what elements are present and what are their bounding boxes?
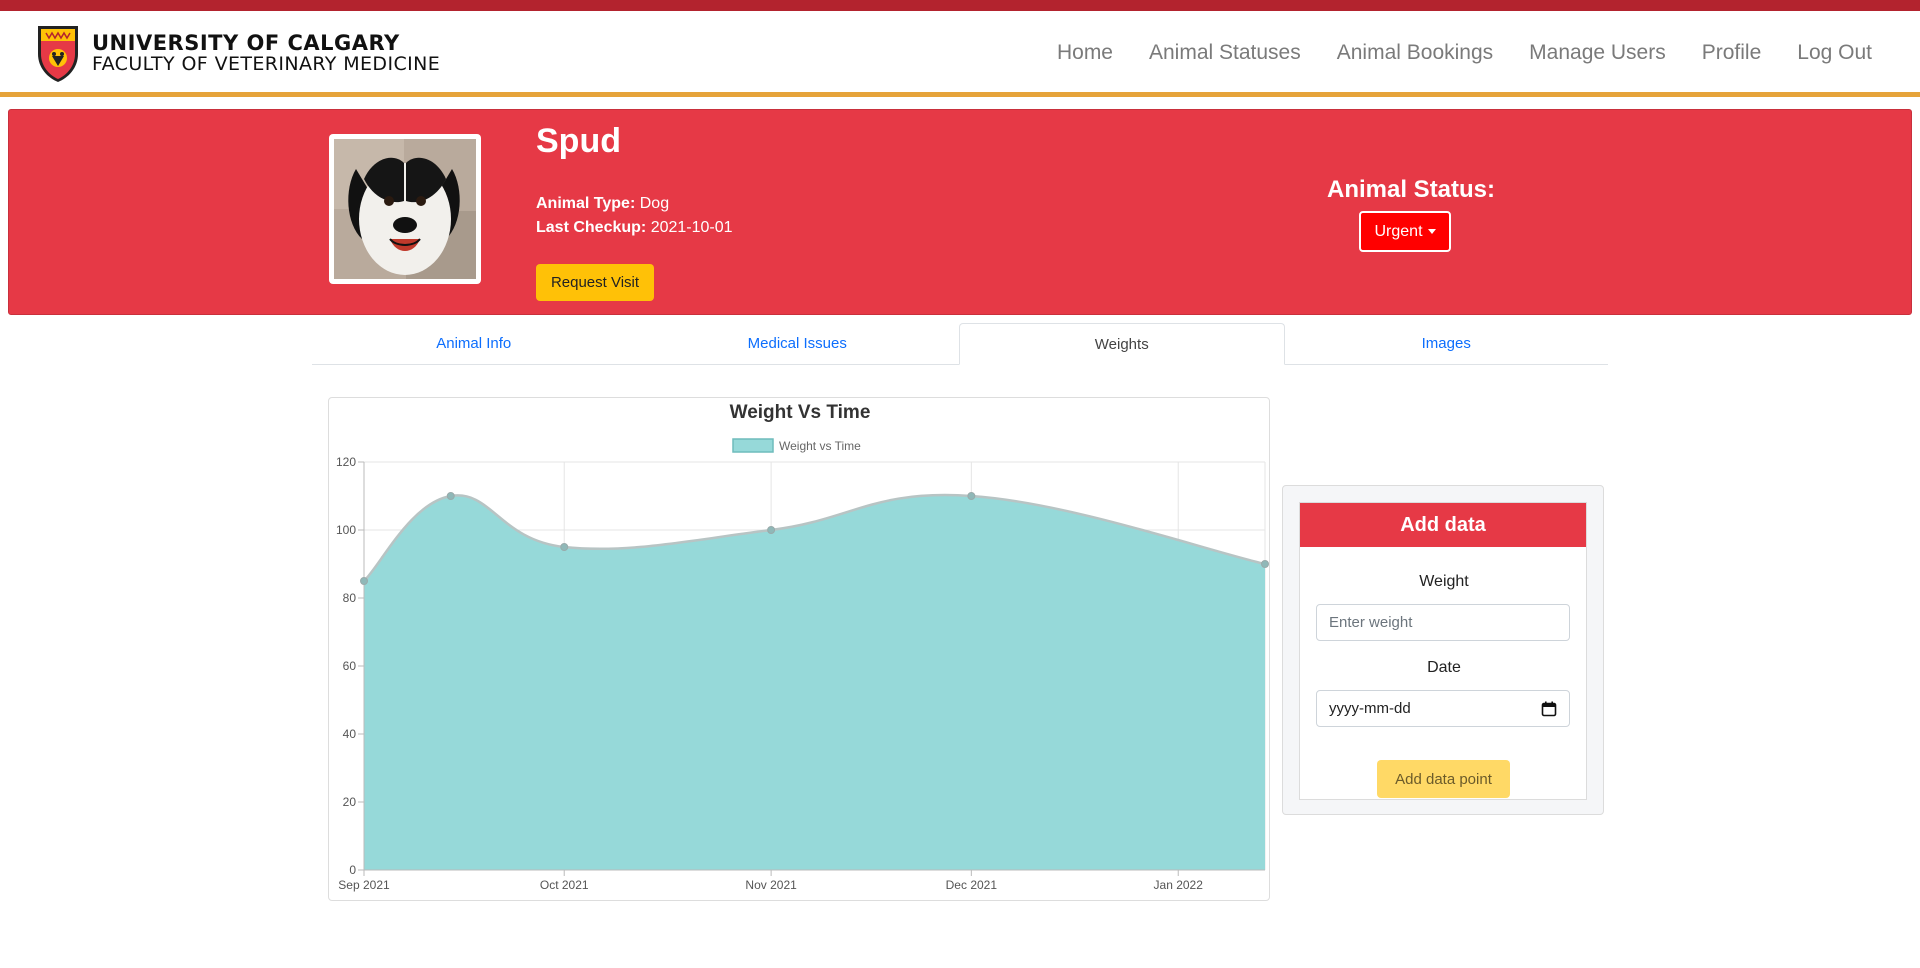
- faculty-name: FACULTY OF VETERINARY MEDICINE: [92, 53, 441, 75]
- tab-medical-issues[interactable]: Medical Issues: [636, 323, 960, 364]
- y-tick-label: 100: [336, 523, 356, 537]
- brand[interactable]: UNIVERSITY OF CALGARY FACULTY OF VETERIN…: [34, 23, 440, 85]
- x-tick-label: Oct 2021: [540, 878, 589, 892]
- y-tick-label: 20: [343, 795, 357, 809]
- weight-chart-card: Weight Vs Time Weight vs Time 0 20 40 60 80 100…: [328, 397, 1270, 901]
- weight-label: Weight: [1419, 573, 1469, 590]
- add-data-panel: Add data Weight Date yyyy-mm-dd Add data…: [1282, 485, 1604, 815]
- y-tick-label: 0: [349, 863, 356, 877]
- animal-type-label: Animal Type:: [536, 195, 636, 212]
- x-tick-label: Nov 2021: [745, 878, 797, 892]
- data-point: [1261, 560, 1269, 568]
- animal-type-value: Dog: [639, 195, 670, 212]
- nav-manage-users[interactable]: Manage Users: [1529, 41, 1666, 65]
- navbar: UNIVERSITY OF CALGARY FACULTY OF VETERIN…: [0, 11, 1920, 97]
- x-tick-label: Sep 2021: [338, 878, 390, 892]
- request-visit-button[interactable]: Request Visit: [536, 264, 654, 301]
- university-name: UNIVERSITY OF CALGARY: [92, 31, 400, 55]
- tab-animal-info[interactable]: Animal Info: [312, 323, 636, 364]
- top-accent-bar: [0, 0, 1920, 11]
- animal-photo: [329, 134, 481, 284]
- last-checkup-label: Last Checkup:: [536, 219, 647, 236]
- animal-header: Spud Animal Type: Dog Last Checkup: 2021…: [8, 109, 1912, 315]
- nav-home[interactable]: Home: [1057, 41, 1113, 65]
- x-tick-label: Jan 2022: [1154, 878, 1204, 892]
- last-checkup-line: Last Checkup: 2021-10-01: [536, 219, 733, 237]
- caret-down-icon: [1427, 229, 1436, 234]
- last-checkup-value: 2021-10-01: [650, 219, 733, 236]
- data-point: [967, 492, 976, 500]
- legend-label: Weight vs Time: [779, 439, 861, 453]
- status-dropdown-button[interactable]: Urgent: [1359, 211, 1451, 252]
- nav-log-out[interactable]: Log Out: [1797, 41, 1872, 65]
- data-point: [446, 492, 455, 500]
- date-label: Date: [1427, 659, 1461, 676]
- status-value: Urgent: [1374, 222, 1423, 240]
- university-crest-icon: [38, 26, 78, 82]
- data-point: [560, 543, 569, 551]
- chart-title: Weight Vs Time: [730, 402, 871, 423]
- weight-chart: Weight Vs Time Weight vs Time 0 20 40 60 80 100…: [336, 402, 1269, 892]
- weight-input[interactable]: [1316, 604, 1570, 641]
- data-point: [767, 526, 776, 534]
- y-tick-label: 40: [343, 727, 357, 741]
- date-placeholder: yyyy-mm-dd: [1329, 700, 1411, 717]
- tab-images[interactable]: Images: [1285, 323, 1609, 364]
- y-tick-label: 120: [336, 455, 356, 469]
- date-input[interactable]: yyyy-mm-dd: [1316, 690, 1570, 727]
- animal-status-label: Animal Status:: [1327, 176, 1496, 203]
- y-tick-label: 60: [343, 659, 357, 673]
- dog-photo-icon: [334, 139, 476, 279]
- nav-animal-bookings[interactable]: Animal Bookings: [1337, 41, 1493, 65]
- add-data-title: Add data: [1300, 503, 1586, 547]
- add-data-card: Add data Weight Date yyyy-mm-dd Add data…: [1299, 502, 1587, 800]
- nav-profile[interactable]: Profile: [1702, 41, 1762, 65]
- weight-area-fill: [364, 495, 1265, 870]
- nav-links: Home Animal Statuses Animal Bookings Man…: [1021, 41, 1872, 65]
- animal-tabs: Animal Info Medical Issues Weights Image…: [312, 323, 1608, 365]
- tab-weights[interactable]: Weights: [959, 323, 1285, 365]
- calendar-icon[interactable]: [1541, 701, 1557, 717]
- y-tick-label: 80: [343, 591, 357, 605]
- animal-name: Spud: [536, 122, 621, 160]
- add-data-point-button[interactable]: Add data point: [1377, 760, 1510, 798]
- data-point: [360, 577, 368, 585]
- x-tick-label: Dec 2021: [946, 878, 998, 892]
- legend-swatch: [732, 438, 774, 453]
- nav-animal-statuses[interactable]: Animal Statuses: [1149, 41, 1301, 65]
- animal-type-line: Animal Type: Dog: [536, 195, 669, 213]
